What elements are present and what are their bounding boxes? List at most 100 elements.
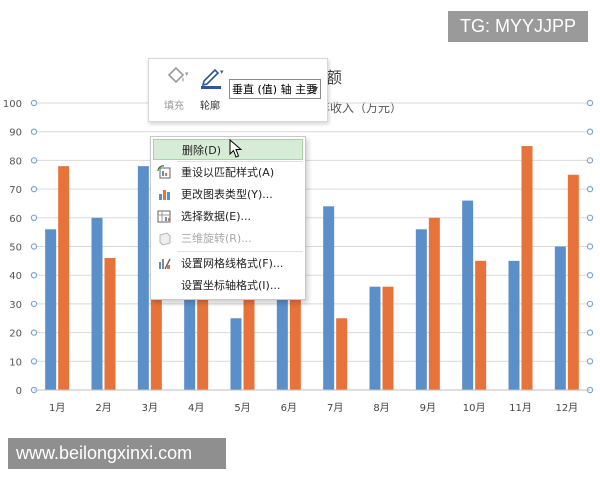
y-tick-label: 90 xyxy=(9,128,22,139)
menu-item-label: 更改图表类型(Y)... xyxy=(181,188,273,201)
x-tick-label: 9月 xyxy=(420,402,436,414)
bar-blue-7[interactable] xyxy=(323,206,335,390)
gridline-handle-left xyxy=(30,214,38,221)
bar-orange-1[interactable] xyxy=(58,166,70,390)
bar-blue-8[interactable] xyxy=(369,286,381,390)
bar-blue-4[interactable] xyxy=(184,295,196,390)
gridline-handle-right xyxy=(586,185,594,193)
y-tick-label: 50 xyxy=(9,243,22,254)
y-tick-label: 40 xyxy=(9,271,22,282)
menu-item-format-gridlines[interactable]: 设置网格线格式(F)... xyxy=(153,253,303,274)
gridline-handle-left xyxy=(30,358,38,365)
gridline-handle-right xyxy=(586,300,594,308)
bar-blue-6[interactable] xyxy=(276,295,288,390)
reset-style-icon xyxy=(157,165,171,179)
bar-orange-3[interactable] xyxy=(150,295,162,390)
y-tick-label: 60 xyxy=(9,214,22,225)
gridline-handle-right xyxy=(586,243,594,250)
x-tick-label: 6月 xyxy=(281,402,297,414)
bar-orange-12[interactable] xyxy=(567,174,579,390)
bar-series[interactable] xyxy=(45,146,579,390)
gridline-handle-left xyxy=(30,99,38,107)
gridline-handle-right xyxy=(586,99,594,107)
gridline-handle-left xyxy=(30,243,38,250)
bar-orange-2[interactable] xyxy=(104,257,116,390)
bar-orange-4[interactable] xyxy=(197,295,209,390)
menu-item-change-chart-type[interactable]: 更改图表类型(Y)... xyxy=(153,184,303,205)
gridline-handle-left xyxy=(30,185,38,193)
bar-blue-2[interactable] xyxy=(91,217,103,390)
outline-label: 轮廓 xyxy=(200,101,220,112)
y-tick-label: 10 xyxy=(9,357,22,368)
x-tick-label: 11月 xyxy=(509,402,532,414)
y-axis[interactable]: 0 10 20 30 40 50 60 70 80 90 100 xyxy=(3,99,22,397)
y-tick-label: 100 xyxy=(3,99,22,110)
svg-text:▾: ▾ xyxy=(220,68,224,76)
chart-type-icon xyxy=(159,190,170,200)
x-tick-label: 5月 xyxy=(234,402,250,414)
chart-title-fragment: 额 xyxy=(326,68,342,87)
menu-item-3d-rotation[interactable]: 三维旋转(R)... xyxy=(153,228,303,249)
gridline-handle-right xyxy=(586,329,594,336)
watermark-top: TG: MYYJJPP xyxy=(448,11,588,42)
bar-blue-12[interactable] xyxy=(554,246,566,391)
bar-orange-11[interactable] xyxy=(521,146,533,390)
menu-item-label: 删除(D) xyxy=(182,144,222,157)
mini-format-toolbar: ▾ 填充 ▾ 轮廓 垂直 (值) 轴 主要 ▼ xyxy=(148,58,328,122)
bar-orange-9[interactable] xyxy=(428,217,440,390)
x-tick-label: 4月 xyxy=(188,402,204,414)
bar-blue-10[interactable] xyxy=(462,200,474,390)
y-tick-label: 80 xyxy=(9,156,22,167)
menu-item-select-data[interactable]: 选择数据(E)... xyxy=(153,206,303,227)
bar-blue-9[interactable] xyxy=(415,229,427,390)
gridline-handle-left xyxy=(30,329,38,336)
menu-item-delete[interactable]: 删除(D) xyxy=(153,139,303,160)
fill-button[interactable]: ▾ 填充 xyxy=(157,63,191,115)
bar-blue-5[interactable] xyxy=(230,318,242,390)
menu-item-label: 设置网格线格式(F)... xyxy=(181,257,284,270)
menu-item-format-axis[interactable]: 设置坐标轴格式(I)... xyxy=(153,275,303,296)
3d-rotate-icon xyxy=(159,232,171,246)
bar-orange-6[interactable] xyxy=(289,295,301,390)
x-tick-label: 10月 xyxy=(463,402,486,414)
outline-button[interactable]: ▾ 轮廓 xyxy=(193,63,227,115)
gridlines xyxy=(34,102,590,391)
y-tick-label: 20 xyxy=(9,329,22,340)
gridline-handle-right xyxy=(586,272,594,279)
chart-element-value: 垂直 (值) 轴 主要 xyxy=(232,83,318,96)
dropdown-arrow-icon: ▼ xyxy=(311,85,318,94)
bar-orange-7[interactable] xyxy=(336,318,348,390)
bar-orange-10[interactable] xyxy=(475,260,487,390)
y-tick-label: 30 xyxy=(9,300,22,311)
context-menu: 删除(D) 重设以匹配样式(A) 更改图表类型(Y)... 选择数据(E)... xyxy=(150,136,306,300)
excel-chart-area[interactable]: 额 年收入（万元） 0 10 20 30 40 50 60 70 80 90 100 1月 2月 3月 4… xyxy=(0,0,600,480)
x-tick-label: 3月 xyxy=(142,402,158,414)
pen-outline-icon: ▾ xyxy=(201,68,224,89)
bar-orange-8[interactable] xyxy=(382,286,394,390)
fill-label: 填充 xyxy=(164,101,184,112)
menu-item-label: 三维旋转(R)... xyxy=(181,232,252,245)
x-tick-label: 7月 xyxy=(327,402,343,414)
x-tick-label: 2月 xyxy=(95,402,111,414)
gridline-handle-left xyxy=(30,128,38,135)
gridline-handle-right xyxy=(586,128,594,135)
x-tick-label: 8月 xyxy=(373,402,389,414)
bar-orange-5[interactable] xyxy=(243,295,255,390)
paint-bucket-icon: ▾ xyxy=(167,66,189,84)
bar-blue-11[interactable] xyxy=(508,260,520,390)
bar-blue-3[interactable] xyxy=(137,166,149,390)
bar-blue-1[interactable] xyxy=(45,229,57,390)
x-axis: 1月 2月 3月 4月 5月 6月 7月 8月 9月 10月 11月 12月 xyxy=(34,389,590,414)
chart-element-dropdown[interactable]: 垂直 (值) 轴 主要 ▼ xyxy=(229,79,321,99)
menu-item-label: 设置坐标轴格式(I)... xyxy=(181,279,281,292)
y-tick-label: 0 xyxy=(16,386,22,397)
gridline-handle-left xyxy=(30,272,38,279)
menu-separator xyxy=(177,251,303,252)
gridline-handle-left xyxy=(30,157,38,164)
gridline-format-icon xyxy=(159,258,171,270)
select-data-icon xyxy=(157,210,171,223)
gridline-handle-right xyxy=(586,214,594,221)
gridline-handle-right xyxy=(586,157,594,164)
menu-item-reset-style[interactable]: 重设以匹配样式(A) xyxy=(153,162,303,183)
menu-item-label: 重设以匹配样式(A) xyxy=(181,166,275,179)
